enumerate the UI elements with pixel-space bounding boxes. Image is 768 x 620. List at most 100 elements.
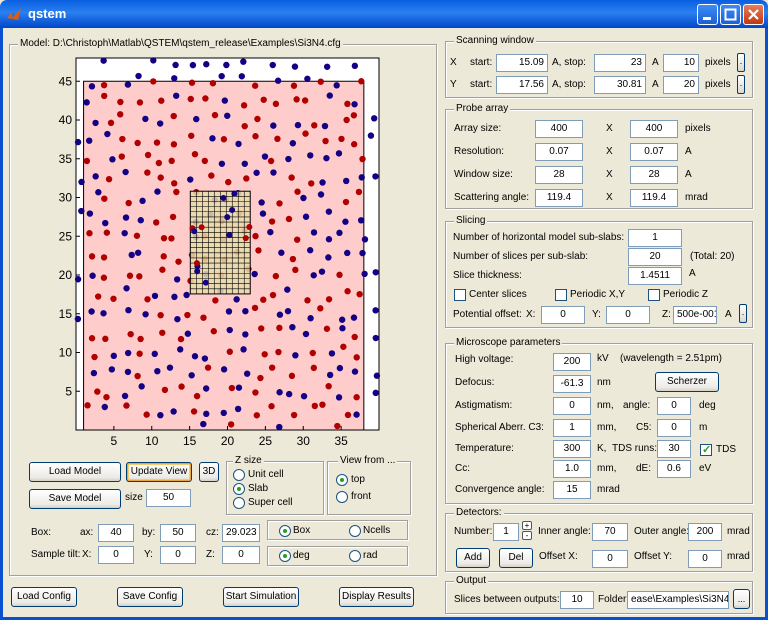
z-size-slab-radio[interactable]	[233, 483, 245, 495]
outer-angle-unit: mrad	[727, 526, 750, 537]
output-title: Output	[454, 575, 489, 586]
z-size-title: Z size	[233, 455, 264, 466]
detector-offset-x-input[interactable]: 0	[592, 550, 628, 568]
add-detector-button[interactable]: Add	[456, 548, 490, 568]
temperature-input[interactable]: 300	[553, 440, 591, 458]
by-input[interactable]: 50	[160, 524, 196, 542]
probe-row-value1-input[interactable]: 28	[535, 166, 583, 184]
probe-row-value2-input[interactable]: 400	[630, 120, 678, 138]
detector-number-input[interactable]: 1	[493, 523, 519, 541]
matlab-icon	[7, 8, 21, 20]
scan-y-pixels-input[interactable]: 20	[663, 76, 699, 94]
scan-y-start-input[interactable]: 17.56	[496, 76, 548, 94]
scan-x-a-label: A	[652, 57, 659, 68]
tds-label: TDS	[716, 444, 736, 455]
astig-angle-input[interactable]: 0	[657, 397, 691, 415]
probe-row-value1-input[interactable]: 400	[535, 120, 583, 138]
cz-input[interactable]: 29.023	[222, 524, 260, 542]
delete-detector-button[interactable]: Del	[499, 548, 533, 568]
z-size-super-cell-radio[interactable]	[233, 497, 245, 509]
ax-input[interactable]: 40	[98, 524, 134, 542]
scan-x-options-button[interactable]: .	[737, 53, 745, 72]
probe-row-value2-input[interactable]: 119.4	[630, 189, 678, 207]
offset-z-input[interactable]: 500e-001	[673, 306, 717, 324]
periodic-z-checkbox[interactable]	[648, 289, 660, 301]
size-input[interactable]: 50	[146, 489, 191, 507]
c3-input[interactable]: 1	[553, 419, 591, 437]
slicing-title: Slicing	[454, 215, 488, 226]
save-config-button[interactable]: Save Config	[117, 587, 183, 607]
z-size-unit-cell-radio[interactable]	[233, 469, 245, 481]
high-voltage-label: High voltage:	[455, 354, 514, 365]
defocus-input[interactable]: -61.3	[553, 375, 591, 393]
probe-row-label: Scattering angle:	[454, 192, 530, 203]
maximize-button[interactable]	[720, 4, 741, 25]
tilt-z-input[interactable]: 0	[222, 546, 260, 564]
view-top-radio[interactable]	[336, 474, 348, 486]
update-view-button[interactable]: Update View	[126, 462, 192, 482]
load-config-button[interactable]: Load Config	[11, 587, 77, 607]
tilt-y-input[interactable]: 0	[160, 546, 196, 564]
tilt-unit-deg-radio[interactable]	[279, 550, 291, 562]
cc-input[interactable]: 1.0	[553, 460, 591, 478]
detector-decrement-button[interactable]: -	[522, 531, 532, 540]
probe-row-value2-input[interactable]: 0.07	[630, 143, 678, 161]
tilt-x-input[interactable]: 0	[98, 546, 134, 564]
outer-angle-input[interactable]: 200	[688, 523, 722, 541]
probe-row-unit: pixels	[685, 123, 711, 134]
slices-between-input[interactable]: 10	[560, 591, 594, 609]
sub-slabs-input[interactable]: 1	[628, 229, 682, 247]
defocus-unit: nm	[597, 377, 611, 388]
load-model-button[interactable]: Load Model	[29, 462, 121, 482]
detector-offset-y-label: Offset Y:	[634, 551, 672, 562]
periodic-xy-checkbox[interactable]	[555, 289, 567, 301]
probe-row-value2-input[interactable]: 28	[630, 166, 678, 184]
scan-x-start-input[interactable]: 15.09	[496, 54, 548, 72]
detector-increment-button[interactable]: +	[522, 521, 532, 530]
probe-row-value1-input[interactable]: 119.4	[535, 189, 583, 207]
de-label: dE:	[636, 463, 652, 474]
folder-browse-button[interactable]: ...	[733, 589, 750, 609]
inner-angle-input[interactable]: 70	[592, 523, 628, 541]
tds-checkbox[interactable]	[700, 443, 712, 456]
view-from-panel: View from ...	[327, 455, 411, 515]
scherzer-button[interactable]: Scherzer	[655, 372, 719, 392]
tds-runs-label: TDS runs:	[612, 443, 658, 454]
sub-slabs-label: Number of horizontal model sub-slabs:	[453, 232, 625, 243]
offset-x-input[interactable]: 0	[541, 306, 585, 324]
close-button[interactable]	[743, 4, 764, 25]
by-label: by:	[142, 527, 156, 538]
box-mode-ncells-label: Ncells	[363, 525, 391, 536]
view-3d-button[interactable]: 3D	[199, 462, 219, 482]
detector-offset-y-input[interactable]: 0	[688, 550, 722, 568]
slices-input[interactable]: 20	[628, 248, 682, 266]
tilt-unit-rad-radio[interactable]	[349, 550, 361, 562]
scan-y-stop-input[interactable]: 30.81	[594, 76, 646, 94]
box-mode-box-radio[interactable]	[279, 525, 291, 537]
c3-unit: mm,	[597, 422, 617, 433]
convergence-input[interactable]: 15	[553, 481, 591, 499]
de-input[interactable]: 0.6	[657, 460, 691, 478]
probe-row-value1-input[interactable]: 0.07	[535, 143, 583, 161]
scan-x-pixels-input[interactable]: 10	[663, 54, 699, 72]
detectors-title: Detectors:	[454, 507, 504, 518]
astigmatism-input[interactable]: 0	[553, 397, 591, 415]
folder-input[interactable]: ease\Examples\Si3N4	[627, 591, 729, 609]
scan-x-stop-input[interactable]: 23	[594, 54, 646, 72]
c5-input[interactable]: 0	[657, 419, 691, 437]
sample-tilt-label: Sample tilt:	[31, 549, 81, 560]
save-model-button[interactable]: Save Model	[29, 489, 121, 509]
offset-options-button[interactable]: .	[739, 304, 747, 323]
slice-thickness-input[interactable]: 1.4511	[628, 267, 682, 285]
minimize-button[interactable]	[697, 4, 718, 25]
scan-y-options-button[interactable]: .	[737, 75, 745, 94]
display-results-button[interactable]: Display Results	[339, 587, 414, 607]
high-voltage-input[interactable]: 200	[553, 353, 591, 371]
tds-runs-input[interactable]: 30	[657, 440, 691, 458]
view-front-radio[interactable]	[336, 491, 348, 503]
box-mode-ncells-radio[interactable]	[349, 525, 361, 537]
center-slices-checkbox[interactable]	[454, 289, 466, 301]
start-simulation-button[interactable]: Start Simulation	[223, 587, 299, 607]
probe-row-unit: A	[685, 169, 692, 180]
offset-y-input[interactable]: 0	[606, 306, 650, 324]
